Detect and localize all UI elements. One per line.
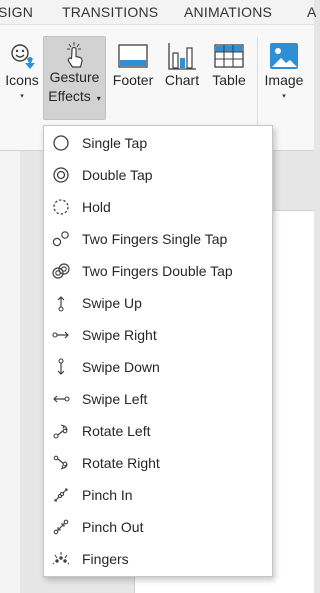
menu-item-swipe-left[interactable]: Swipe Left xyxy=(44,383,272,415)
footer-icon xyxy=(118,44,148,68)
two-fingers-single-tap-icon xyxy=(52,230,70,248)
swipe-right-icon xyxy=(52,326,70,344)
double-tap-icon xyxy=(52,166,70,184)
gesture-label-line1: Gesture xyxy=(49,69,100,85)
hold-icon xyxy=(52,198,70,216)
menu-item-two-fingers-double-tap[interactable]: Two Fingers Double Tap xyxy=(44,255,272,287)
chevron-down-icon: ▾ xyxy=(282,93,286,100)
menu-item-single-tap[interactable]: Single Tap xyxy=(44,127,272,159)
menu-item-pinch-in[interactable]: Pinch In xyxy=(44,479,272,511)
pinch-out-icon xyxy=(52,518,70,536)
icons-button[interactable]: Icons ▾ xyxy=(2,35,42,145)
gesture-effects-menu: Single Tap Double Tap Hold Two Fingers S… xyxy=(43,125,273,577)
tab-transitions[interactable]: TRANSITIONS xyxy=(62,4,158,20)
rotate-left-icon xyxy=(52,422,70,440)
gesture-effects-button[interactable]: Gesture Effects ▾ xyxy=(43,36,106,120)
image-icon xyxy=(270,43,298,69)
menu-item-fingers[interactable]: Fingers xyxy=(44,543,272,575)
tab-design[interactable]: SIGN xyxy=(0,4,33,20)
tab-overflow[interactable]: A xyxy=(307,4,317,20)
icons-icon xyxy=(11,44,35,69)
gesture-label-line2: Effects ▾ xyxy=(48,88,101,104)
image-label: Image xyxy=(264,72,304,88)
tab-animations[interactable]: ANIMATIONS xyxy=(184,4,272,20)
menu-item-two-fingers-single-tap[interactable]: Two Fingers Single Tap xyxy=(44,223,272,255)
rotate-right-icon xyxy=(52,454,70,472)
gesture-hand-icon xyxy=(66,42,83,68)
chart-icon xyxy=(168,43,196,70)
chevron-down-icon: ▾ xyxy=(96,94,101,103)
menu-item-double-tap[interactable]: Double Tap xyxy=(44,159,272,191)
chart-label: Chart xyxy=(164,72,200,88)
menu-item-swipe-up[interactable]: Swipe Up xyxy=(44,287,272,319)
menu-item-hold[interactable]: Hold xyxy=(44,191,272,223)
single-tap-icon xyxy=(52,134,70,152)
menu-item-rotate-left[interactable]: Rotate Left xyxy=(44,415,272,447)
table-label: Table xyxy=(212,72,246,88)
swipe-up-icon xyxy=(52,294,70,312)
two-fingers-double-tap-icon xyxy=(52,262,70,280)
swipe-down-icon xyxy=(52,358,70,376)
slide-thumbnail-pane xyxy=(0,151,20,593)
menu-item-swipe-right[interactable]: Swipe Right xyxy=(44,319,272,351)
footer-label: Footer xyxy=(112,72,154,88)
menu-item-swipe-down[interactable]: Swipe Down xyxy=(44,351,272,383)
swipe-left-icon xyxy=(52,390,70,408)
menu-item-pinch-out[interactable]: Pinch Out xyxy=(44,511,272,543)
ribbon-tab-bar: SIGN TRANSITIONS ANIMATIONS A xyxy=(0,0,317,25)
menu-item-rotate-right[interactable]: Rotate Right xyxy=(44,447,272,479)
pinch-in-icon xyxy=(52,486,70,504)
ribbon-separator xyxy=(257,37,258,137)
chevron-down-icon: ▾ xyxy=(20,93,24,100)
fingers-icon xyxy=(52,550,70,568)
icons-label: Icons xyxy=(5,72,39,88)
table-icon xyxy=(214,44,244,68)
